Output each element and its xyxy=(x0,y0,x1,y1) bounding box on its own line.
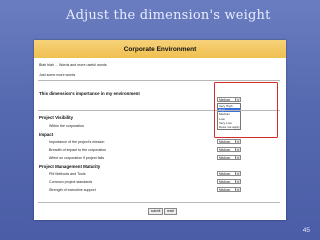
section-title: Impact xyxy=(39,132,54,137)
maturity-select[interactable]: Medium ▼ xyxy=(217,171,241,176)
impact-select[interactable]: Medium ▼ xyxy=(217,139,241,144)
select-value: Medium xyxy=(219,156,231,160)
chevron-down-icon[interactable]: ▼ xyxy=(235,156,240,160)
row-label: Importance of the project's mission xyxy=(49,140,105,144)
select-value: Medium xyxy=(219,140,231,144)
section-title: Project Visibility xyxy=(39,115,74,120)
maturity-select[interactable]: Medium ▼ xyxy=(217,179,241,184)
select-value: Medium xyxy=(219,148,231,152)
chevron-down-icon[interactable]: ▼ xyxy=(235,188,240,192)
divider xyxy=(38,80,280,81)
row-label: Within the corporation xyxy=(49,124,84,128)
intro-text: Blah blah ... Words and more useful word… xyxy=(39,63,107,67)
select-value: Medium xyxy=(219,188,231,192)
slide-title: Adjust the dimension's weight xyxy=(66,8,271,23)
chevron-down-icon[interactable]: ▼ xyxy=(235,180,240,184)
maturity-select[interactable]: Medium ▼ xyxy=(217,187,241,192)
submit-button[interactable]: submit xyxy=(148,208,164,215)
form-title: Corporate Environment xyxy=(123,45,197,53)
select-value: Medium xyxy=(219,180,231,184)
row-label: PM Methods and Tools xyxy=(49,172,86,176)
chevron-down-icon[interactable]: ▼ xyxy=(235,172,240,176)
row-label: Affect on corporation if project fails xyxy=(49,156,105,160)
annotation-highlight-box xyxy=(214,82,278,138)
impact-select[interactable]: Medium ▼ xyxy=(217,155,241,160)
chevron-down-icon[interactable]: ▼ xyxy=(235,148,240,152)
section-title: Project Management Maturity xyxy=(39,164,101,169)
slide-number: 45 xyxy=(302,227,310,234)
row-label: Strength of executive support xyxy=(49,188,96,192)
row-label: Breadth of impact to the corporation xyxy=(49,148,107,152)
reset-button[interactable]: reset xyxy=(164,208,178,215)
chevron-down-icon[interactable]: ▼ xyxy=(235,140,240,144)
impact-select[interactable]: Medium ▼ xyxy=(217,147,241,152)
importance-heading: This dimension's importance in my enviro… xyxy=(39,91,140,96)
row-label: Common project standards xyxy=(49,180,93,184)
divider xyxy=(38,202,280,203)
intro-text-2: Just some more words xyxy=(39,73,76,77)
select-value: Medium xyxy=(219,172,231,176)
form-banner: Corporate Environment xyxy=(34,40,286,58)
